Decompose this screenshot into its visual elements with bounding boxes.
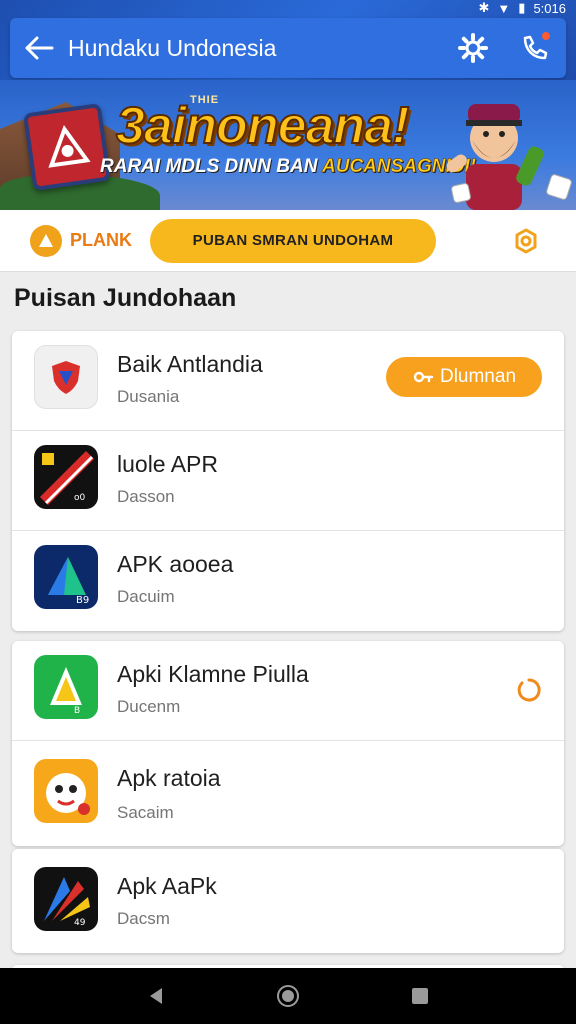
app-subtitle: Sacaim: [117, 803, 174, 822]
system-nav-bar: [0, 968, 576, 1024]
app-subtitle: Dacsm: [117, 909, 170, 928]
search-icon[interactable]: [510, 225, 542, 257]
battery-icon: ▮: [518, 0, 526, 15]
search-button[interactable]: PUBAN SMRAN UNDOHAM: [150, 218, 436, 263]
svg-text:B: B: [74, 706, 80, 716]
app-list-card: 49 Apk AaPk Dacsm: [12, 849, 564, 953]
list-item[interactable]: 49 Apk AaPk Dacsm: [12, 849, 564, 953]
colored-arrow-app-icon: 49: [34, 867, 98, 931]
app-title: Hundaku Undonesia: [68, 34, 277, 61]
plank-label: PLANK: [70, 230, 132, 250]
banner-title: 3ainoneana!: [115, 96, 410, 156]
dice-decoration: [450, 182, 472, 204]
loading-spinner-icon: [517, 678, 541, 702]
nav-home-icon[interactable]: [268, 976, 308, 1016]
dice-decoration: [545, 173, 573, 201]
app-subtitle: Ducenm: [117, 697, 181, 716]
shield-app-icon: [34, 345, 98, 409]
search-row: PLANK PUBAN SMRAN UNDOHAM: [0, 210, 576, 272]
list-item[interactable]: o0 luole APR Dasson: [12, 431, 564, 531]
key-icon: [413, 371, 434, 383]
app-bar: Hundaku Undonesia: [10, 18, 566, 78]
back-arrow-icon[interactable]: [10, 18, 68, 78]
svg-text:B9: B9: [76, 595, 89, 606]
list-item[interactable]: Apk ratoia Sacaim: [12, 741, 564, 846]
section-title: Puisan Jundohaan: [14, 284, 237, 312]
svg-text:o0: o0: [74, 493, 86, 503]
app-name: APK aooea: [117, 551, 234, 577]
notification-icon[interactable]: [504, 18, 566, 78]
top-header: ✱ ▼ ▮ 5:016 Hundaku Undonesia THIE 3aino…: [0, 0, 576, 210]
status-time: 5:016: [533, 0, 566, 16]
app-subtitle: Dusania: [117, 387, 180, 406]
game-logo-icon: [22, 102, 112, 192]
nav-recents-icon[interactable]: [400, 976, 440, 1016]
download-button-label: Dlumnan: [439, 366, 517, 387]
wifi-icon: ▼: [497, 0, 511, 16]
app-name: luole APR: [117, 451, 219, 477]
notification-badge: [540, 30, 552, 42]
settings-gear-icon[interactable]: [442, 18, 504, 78]
banner-subtitle: RARAI MDLS DINN BAN AUCANSAGNIDI!: [100, 156, 476, 178]
red-stripe-app-icon: o0: [34, 445, 98, 509]
status-bar: ✱ ▼ ▮ 5:016: [0, 0, 576, 16]
app-name: Baik Antlandia: [117, 351, 263, 377]
app-name: Apki Klamne Piulla: [117, 661, 309, 687]
bluetooth-icon: ✱: [478, 0, 490, 15]
app-name: Apk AaPk: [117, 873, 217, 899]
plank-logo-icon: [30, 224, 62, 257]
download-button[interactable]: Dlumnan: [386, 357, 542, 397]
app-name: Apk ratoia: [117, 765, 221, 791]
svg-text:49: 49: [74, 918, 86, 928]
green-triangle-app-icon: B: [34, 655, 98, 719]
plank-button[interactable]: PLANK: [30, 224, 142, 257]
app-list-card: B Apki Klamne Piulla Ducenm Apk ratoia S…: [12, 641, 564, 846]
app-subtitle: Dacuim: [117, 587, 175, 606]
banner-sub-left: RARAI MDLS DINN BAN: [100, 156, 318, 177]
list-item[interactable]: B9 APK aooea Dacuim: [12, 531, 564, 631]
nav-back-icon[interactable]: [136, 976, 176, 1016]
promo-banner[interactable]: THIE 3ainoneana! RARAI MDLS DINN BAN AUC…: [0, 80, 576, 210]
app-list-card: Baik Antlandia Dusania Dlumnan o0 luole …: [12, 331, 564, 631]
app-subtitle: Dasson: [117, 487, 175, 506]
list-item[interactable]: B Apki Klamne Piulla Ducenm: [12, 641, 564, 741]
list-item[interactable]: Baik Antlandia Dusania Dlumnan: [12, 331, 564, 431]
blue-triangle-app-icon: B9: [34, 545, 98, 609]
mascot-face-app-icon: [34, 759, 98, 823]
